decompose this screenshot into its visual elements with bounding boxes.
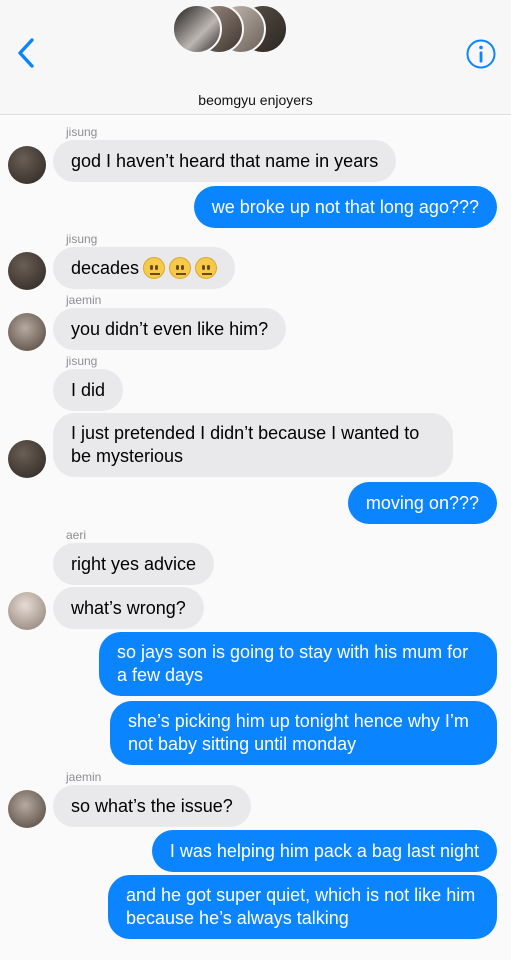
incoming-message[interactable]: what’s wrong?	[53, 587, 204, 629]
group-avatars[interactable]	[172, 4, 292, 56]
message-text: right yes advice	[71, 553, 197, 574]
avatar[interactable]	[8, 252, 46, 290]
avatar[interactable]	[8, 313, 46, 351]
incoming-message[interactable]: god I haven’t heard that name in years	[53, 140, 397, 182]
avatar[interactable]	[8, 790, 46, 828]
info-button[interactable]	[465, 38, 497, 70]
message-text: so what’s the issue?	[71, 795, 233, 816]
sender-name: aeri	[66, 528, 87, 542]
chat-header: beomgyu enjoyers	[0, 0, 511, 115]
message-text: I did	[71, 379, 106, 400]
outgoing-message[interactable]: we broke up not that long ago???	[193, 186, 497, 228]
message-text: moving on???	[365, 492, 479, 513]
avatar[interactable]	[8, 592, 46, 630]
avatar[interactable]	[8, 440, 46, 478]
neutral-face-emoji-icon	[195, 257, 218, 279]
message-text: we broke up not that long ago???	[211, 196, 479, 217]
info-icon	[466, 39, 496, 69]
sender-name: jisung	[66, 354, 98, 368]
message-text: I was helping him pack a bag last night	[169, 840, 479, 861]
outgoing-message[interactable]: and he got super quiet, which is not lik…	[108, 875, 497, 939]
incoming-message[interactable]: so what’s the issue?	[53, 785, 251, 827]
message-text: what’s wrong?	[71, 597, 186, 618]
outgoing-message[interactable]: so jays son is going to stay with his mu…	[99, 632, 497, 696]
back-button[interactable]	[12, 36, 40, 70]
outgoing-message[interactable]: she’s picking him up tonight hence why I…	[110, 701, 497, 765]
message-text: you didn’t even like him?	[71, 318, 269, 339]
message-text: god I haven’t heard that name in years	[71, 150, 379, 171]
conversation-title[interactable]: beomgyu enjoyers	[0, 92, 511, 108]
incoming-message[interactable]: right yes advice	[53, 543, 215, 585]
incoming-message[interactable]: I just pretended I didn’t because I want…	[53, 413, 453, 477]
sender-name: jisung	[66, 125, 98, 139]
neutral-face-emoji-icon	[169, 257, 192, 279]
sender-name: jaemin	[66, 770, 102, 784]
avatar[interactable]	[8, 146, 46, 184]
sender-name: jaemin	[66, 293, 102, 307]
group-avatar-4	[172, 4, 222, 54]
outgoing-message[interactable]: I was helping him pack a bag last night	[151, 830, 497, 872]
incoming-message[interactable]: I did	[53, 369, 124, 411]
incoming-message[interactable]: you didn’t even like him?	[53, 308, 287, 350]
neutral-face-emoji-icon	[143, 257, 166, 279]
message-text: I just pretended I didn’t because I want…	[71, 423, 420, 466]
outgoing-message[interactable]: moving on???	[347, 482, 497, 524]
message-text: and he got super quiet, which is not lik…	[126, 885, 476, 928]
message-text: she’s picking him up tonight hence why I…	[128, 711, 469, 754]
message-text: decades	[71, 257, 140, 278]
message-text: so jays son is going to stay with his mu…	[117, 642, 469, 685]
chevron-left-icon	[18, 38, 34, 68]
incoming-message[interactable]: decades	[53, 247, 236, 289]
sender-name: jisung	[66, 232, 98, 246]
